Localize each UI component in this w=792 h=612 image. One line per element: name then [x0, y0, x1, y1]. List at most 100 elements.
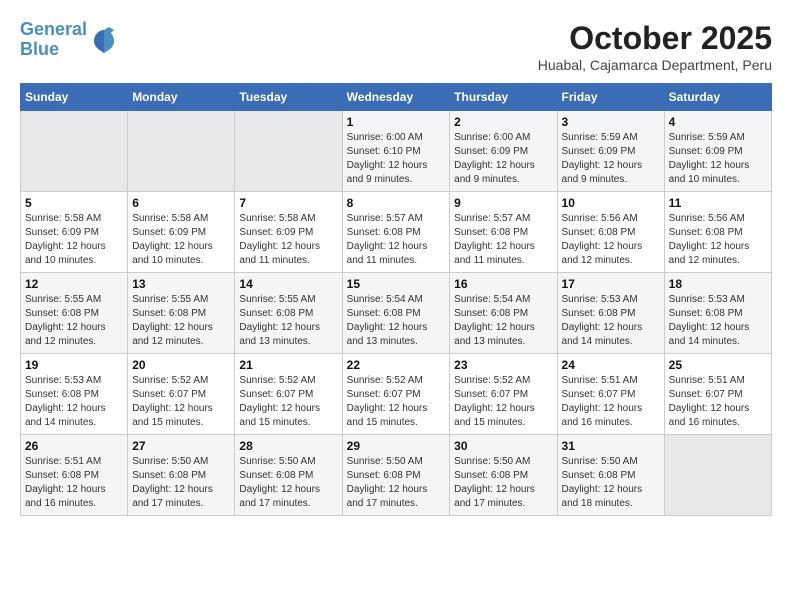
logo-icon: [89, 25, 119, 55]
day-info: Sunrise: 5:56 AM Sunset: 6:08 PM Dayligh…: [562, 212, 660, 268]
day-info: Sunrise: 5:52 AM Sunset: 6:07 PM Dayligh…: [454, 374, 552, 430]
day-number: 9: [454, 196, 552, 210]
day-number: 26: [25, 439, 123, 453]
calendar-cell: 1 Sunrise: 6:00 AM Sunset: 6:10 PM Daylig…: [342, 111, 450, 192]
day-info: Sunrise: 5:57 AM Sunset: 6:08 PM Dayligh…: [454, 212, 552, 268]
day-number: 1: [347, 115, 446, 129]
weekday-header-friday: Friday: [557, 84, 664, 111]
calendar-cell: 16 Sunrise: 5:54 AM Sunset: 6:08 PM Dayli…: [450, 273, 557, 354]
calendar-cell: 14 Sunrise: 5:55 AM Sunset: 6:08 PM Dayli…: [235, 273, 342, 354]
calendar-cell: 25 Sunrise: 5:51 AM Sunset: 6:07 PM Dayli…: [664, 354, 771, 435]
calendar-cell: 8 Sunrise: 5:57 AM Sunset: 6:08 PM Daylig…: [342, 192, 450, 273]
day-info: Sunrise: 5:55 AM Sunset: 6:08 PM Dayligh…: [132, 293, 230, 349]
day-number: 14: [239, 277, 337, 291]
day-info: Sunrise: 5:57 AM Sunset: 6:08 PM Dayligh…: [347, 212, 446, 268]
day-info: Sunrise: 6:00 AM Sunset: 6:09 PM Dayligh…: [454, 131, 552, 187]
day-info: Sunrise: 6:00 AM Sunset: 6:10 PM Dayligh…: [347, 131, 446, 187]
calendar-cell: 30 Sunrise: 5:50 AM Sunset: 6:08 PM Dayli…: [450, 435, 557, 516]
week-row-2: 5 Sunrise: 5:58 AM Sunset: 6:09 PM Daylig…: [21, 192, 772, 273]
calendar-cell: 3Sunrise: 5:59 AM Sunset: 6:09 PM Daylig…: [557, 111, 664, 192]
day-info: Sunrise: 5:52 AM Sunset: 6:07 PM Dayligh…: [132, 374, 230, 430]
calendar-cell: [235, 111, 342, 192]
day-number: 25: [669, 358, 767, 372]
day-info: Sunrise: 5:52 AM Sunset: 6:07 PM Dayligh…: [239, 374, 337, 430]
day-number: 16: [454, 277, 552, 291]
location: Huabal, Cajamarca Department, Peru: [538, 57, 772, 73]
weekday-header-wednesday: Wednesday: [342, 84, 450, 111]
day-number: 29: [347, 439, 446, 453]
day-info: Sunrise: 5:53 AM Sunset: 6:08 PM Dayligh…: [25, 374, 123, 430]
day-number: 20: [132, 358, 230, 372]
calendar-cell: [664, 435, 771, 516]
calendar-cell: 29 Sunrise: 5:50 AM Sunset: 6:08 PM Dayli…: [342, 435, 450, 516]
day-info: Sunrise: 5:58 AM Sunset: 6:09 PM Dayligh…: [25, 212, 123, 268]
day-info: Sunrise: 5:51 AM Sunset: 6:07 PM Dayligh…: [669, 374, 767, 430]
week-row-5: 26 Sunrise: 5:51 AM Sunset: 6:08 PM Dayli…: [21, 435, 772, 516]
day-number: 10: [562, 196, 660, 210]
page-header: GeneralBlue October 2025 Huabal, Cajamar…: [20, 20, 772, 73]
day-number: 11: [669, 196, 767, 210]
day-info: Sunrise: 5:55 AM Sunset: 6:08 PM Dayligh…: [239, 293, 337, 349]
day-number: 6: [132, 196, 230, 210]
week-row-1: 1 Sunrise: 6:00 AM Sunset: 6:10 PM Daylig…: [21, 111, 772, 192]
day-info: Sunrise: 5:50 AM Sunset: 6:08 PM Dayligh…: [347, 455, 446, 511]
month-title: October 2025: [538, 20, 772, 57]
week-row-4: 19Sunrise: 5:53 AM Sunset: 6:08 PM Dayli…: [21, 354, 772, 435]
logo: GeneralBlue: [20, 20, 119, 60]
calendar-cell: 12 Sunrise: 5:55 AM Sunset: 6:08 PM Dayli…: [21, 273, 128, 354]
calendar-cell: [128, 111, 235, 192]
day-info: Sunrise: 5:51 AM Sunset: 6:07 PM Dayligh…: [562, 374, 660, 430]
day-number: 7: [239, 196, 337, 210]
day-info: Sunrise: 5:53 AM Sunset: 6:08 PM Dayligh…: [669, 293, 767, 349]
day-info: Sunrise: 5:54 AM Sunset: 6:08 PM Dayligh…: [454, 293, 552, 349]
day-info: Sunrise: 5:59 AM Sunset: 6:09 PM Dayligh…: [669, 131, 767, 187]
calendar-cell: 4 Sunrise: 5:59 AM Sunset: 6:09 PM Daylig…: [664, 111, 771, 192]
weekday-header-tuesday: Tuesday: [235, 84, 342, 111]
day-number: 2: [454, 115, 552, 129]
day-number: 12: [25, 277, 123, 291]
calendar-cell: 24Sunrise: 5:51 AM Sunset: 6:07 PM Dayli…: [557, 354, 664, 435]
title-block: October 2025 Huabal, Cajamarca Departmen…: [538, 20, 772, 73]
calendar-cell: 17 Sunrise: 5:53 AM Sunset: 6:08 PM Dayli…: [557, 273, 664, 354]
calendar-cell: 18Sunrise: 5:53 AM Sunset: 6:08 PM Dayli…: [664, 273, 771, 354]
day-number: 15: [347, 277, 446, 291]
calendar-cell: 6Sunrise: 5:58 AM Sunset: 6:09 PM Daylig…: [128, 192, 235, 273]
day-info: Sunrise: 5:53 AM Sunset: 6:08 PM Dayligh…: [562, 293, 660, 349]
calendar-cell: 26 Sunrise: 5:51 AM Sunset: 6:08 PM Dayli…: [21, 435, 128, 516]
weekday-header-saturday: Saturday: [664, 84, 771, 111]
calendar-cell: 28 Sunrise: 5:50 AM Sunset: 6:08 PM Dayli…: [235, 435, 342, 516]
day-number: 8: [347, 196, 446, 210]
day-info: Sunrise: 5:51 AM Sunset: 6:08 PM Dayligh…: [25, 455, 123, 511]
day-number: 5: [25, 196, 123, 210]
weekday-header-monday: Monday: [128, 84, 235, 111]
day-number: 17: [562, 277, 660, 291]
day-info: Sunrise: 5:50 AM Sunset: 6:08 PM Dayligh…: [562, 455, 660, 511]
day-number: 4: [669, 115, 767, 129]
day-info: Sunrise: 5:52 AM Sunset: 6:07 PM Dayligh…: [347, 374, 446, 430]
day-info: Sunrise: 5:59 AM Sunset: 6:09 PM Dayligh…: [562, 131, 660, 187]
day-number: 21: [239, 358, 337, 372]
day-number: 13: [132, 277, 230, 291]
day-info: Sunrise: 5:56 AM Sunset: 6:08 PM Dayligh…: [669, 212, 767, 268]
day-number: 31: [562, 439, 660, 453]
day-info: Sunrise: 5:58 AM Sunset: 6:09 PM Dayligh…: [239, 212, 337, 268]
day-info: Sunrise: 5:54 AM Sunset: 6:08 PM Dayligh…: [347, 293, 446, 349]
day-info: Sunrise: 5:50 AM Sunset: 6:08 PM Dayligh…: [132, 455, 230, 511]
calendar-cell: 19Sunrise: 5:53 AM Sunset: 6:08 PM Dayli…: [21, 354, 128, 435]
day-number: 30: [454, 439, 552, 453]
calendar-cell: 21 Sunrise: 5:52 AM Sunset: 6:07 PM Dayli…: [235, 354, 342, 435]
calendar-cell: 2 Sunrise: 6:00 AM Sunset: 6:09 PM Daylig…: [450, 111, 557, 192]
calendar-cell: 7 Sunrise: 5:58 AM Sunset: 6:09 PM Daylig…: [235, 192, 342, 273]
calendar-cell: 31 Sunrise: 5:50 AM Sunset: 6:08 PM Dayli…: [557, 435, 664, 516]
weekday-header-thursday: Thursday: [450, 84, 557, 111]
calendar-cell: 13 Sunrise: 5:55 AM Sunset: 6:08 PM Dayli…: [128, 273, 235, 354]
week-row-3: 12 Sunrise: 5:55 AM Sunset: 6:08 PM Dayli…: [21, 273, 772, 354]
day-info: Sunrise: 5:50 AM Sunset: 6:08 PM Dayligh…: [239, 455, 337, 511]
calendar-cell: 27Sunrise: 5:50 AM Sunset: 6:08 PM Dayli…: [128, 435, 235, 516]
day-info: Sunrise: 5:55 AM Sunset: 6:08 PM Dayligh…: [25, 293, 123, 349]
day-number: 28: [239, 439, 337, 453]
calendar-cell: 11 Sunrise: 5:56 AM Sunset: 6:08 PM Dayli…: [664, 192, 771, 273]
calendar-cell: 22Sunrise: 5:52 AM Sunset: 6:07 PM Dayli…: [342, 354, 450, 435]
day-info: Sunrise: 5:50 AM Sunset: 6:08 PM Dayligh…: [454, 455, 552, 511]
day-number: 23: [454, 358, 552, 372]
